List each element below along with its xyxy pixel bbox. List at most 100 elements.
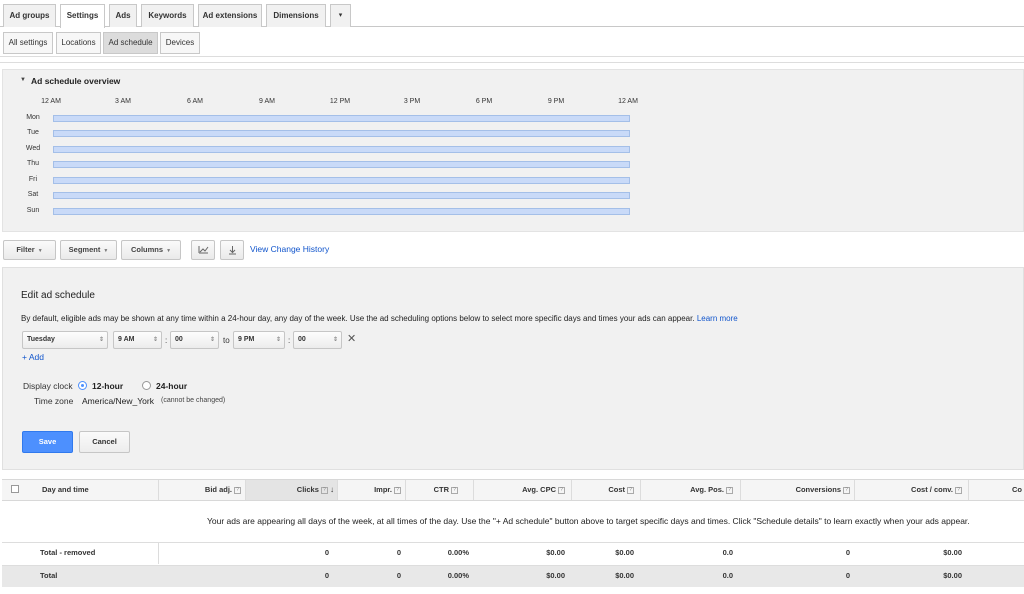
time-label: 12 AM — [618, 98, 638, 105]
overview-title[interactable]: Ad schedule overview — [31, 76, 120, 86]
row-label: Total - removed — [40, 548, 96, 557]
column-divider — [640, 480, 641, 500]
help-icon[interactable]: ? — [320, 486, 328, 494]
columns-label: Columns — [130, 245, 164, 254]
cell-conversions: 0 — [845, 571, 850, 580]
radio-12-hour[interactable] — [78, 381, 87, 390]
help-icon[interactable]: ? — [627, 486, 634, 494]
col-avg-pos[interactable]: Avg. Pos.? — [690, 480, 733, 500]
radio-24-hour[interactable] — [142, 381, 151, 390]
help-icon[interactable]: ? — [726, 486, 733, 494]
timezone-note: (cannot be changed) — [161, 397, 226, 404]
impr-label: Impr. — [374, 485, 392, 494]
cell-impr: 0 — [396, 548, 401, 557]
tab-settings[interactable]: Settings — [60, 4, 105, 28]
divider — [0, 62, 1024, 63]
table-header: Day and time Bid adj.? Clicks? ↓ Impr.? … — [2, 479, 1024, 501]
updown-icon: ⇕ — [209, 337, 215, 343]
col-impr[interactable]: Impr.? — [374, 480, 401, 500]
table-row: Total 0 0 0.00% $0.00 $0.00 0.0 0 $0.00 — [2, 565, 1024, 587]
tab-dimensions[interactable]: Dimensions — [266, 4, 326, 27]
col-clicks[interactable]: Clicks? ↓ — [297, 480, 334, 500]
cancel-button[interactable]: Cancel — [79, 431, 130, 453]
time-label: 9 AM — [259, 98, 275, 105]
clicks-label: Clicks — [296, 485, 319, 494]
tab-ad-groups[interactable]: Ad groups — [3, 4, 56, 27]
to-label: to — [223, 336, 230, 345]
cost-conv-label: Cost / conv. — [911, 485, 953, 494]
subtab-all-settings[interactable]: All settings — [3, 32, 53, 54]
col-conversions[interactable]: Conversions? — [796, 480, 850, 500]
cell-avg-pos: 0.0 — [722, 571, 733, 580]
day-label: Mon — [26, 114, 40, 121]
subtab-locations[interactable]: Locations — [56, 32, 101, 54]
col-conv-rate[interactable]: Co — [1012, 480, 1022, 500]
help-icon[interactable]: ? — [451, 486, 458, 494]
col-day-and-time[interactable]: Day and time — [42, 480, 89, 500]
col-cost[interactable]: Cost? — [608, 480, 634, 500]
help-icon[interactable]: ? — [843, 486, 850, 494]
more-tabs-dropdown[interactable]: ▾ — [330, 4, 351, 27]
cell-avg-pos: 0.0 — [722, 548, 733, 557]
end-hour-select[interactable]: 9 PM ⇕ — [233, 331, 285, 349]
time-label: 9 PM — [547, 98, 565, 105]
updown-icon: ⇕ — [275, 337, 281, 343]
columns-button[interactable]: Columns ▼ — [121, 240, 181, 260]
end-minute-select[interactable]: 00 ⇕ — [293, 331, 342, 349]
collapse-triangle-icon[interactable]: ▼ — [20, 77, 26, 83]
end-minute-value: 00 — [298, 336, 306, 343]
time-colon: : — [288, 336, 291, 345]
add-schedule-link[interactable]: + Add — [22, 352, 44, 362]
table-row: Total - removed 0 0 0.00% $0.00 $0.00 0.… — [2, 542, 1024, 564]
column-divider — [158, 543, 159, 564]
time-label: 12 AM — [41, 98, 61, 105]
conversions-label: Conversions — [795, 485, 841, 494]
segment-button[interactable]: Segment ▼ — [60, 240, 117, 260]
avg-cpc-label: Avg. CPC — [522, 485, 556, 494]
line-chart-icon — [198, 246, 208, 254]
column-divider — [245, 480, 246, 500]
time-label: 3 PM — [403, 98, 421, 105]
clock-12-label: 12-hour — [92, 381, 124, 391]
schedule-bar-sun — [53, 208, 630, 215]
cost-label: Cost — [608, 485, 625, 494]
learn-more-link[interactable]: Learn more — [697, 314, 738, 323]
download-button[interactable] — [220, 240, 244, 260]
col-bid-adj[interactable]: Bid adj.? — [205, 480, 241, 500]
start-minute-select[interactable]: 00 ⇕ — [170, 331, 219, 349]
cell-ctr: 0.00% — [447, 571, 469, 580]
sub-tab-bar: All settings Locations Ad schedule Devic… — [0, 32, 1024, 56]
updown-icon: ⇕ — [152, 337, 158, 343]
close-icon[interactable]: ✕ — [347, 332, 356, 345]
day-label: Wed — [25, 145, 41, 152]
subtab-devices[interactable]: Devices — [160, 32, 200, 54]
cell-avg-cpc: $0.00 — [546, 548, 565, 557]
start-hour-select[interactable]: 9 AM ⇕ — [113, 331, 162, 349]
tab-ads[interactable]: Ads — [109, 4, 137, 27]
updown-icon: ⇕ — [98, 337, 104, 343]
time-label: 6 AM — [187, 98, 203, 105]
tab-ad-extensions[interactable]: Ad extensions — [198, 4, 262, 27]
schedule-info-message: Your ads are appearing all days of the w… — [207, 516, 970, 526]
edit-description: By default, eligible ads may be shown at… — [21, 314, 738, 323]
help-icon[interactable]: ? — [955, 486, 962, 494]
filter-button[interactable]: Filter ▼ — [3, 240, 56, 260]
chevron-down-icon: ▼ — [103, 248, 109, 254]
help-icon[interactable]: ? — [394, 486, 401, 494]
help-icon[interactable]: ? — [558, 486, 565, 494]
timezone-value: America/New_York — [82, 396, 154, 406]
segment-label: Segment — [68, 245, 101, 254]
subtab-ad-schedule[interactable]: Ad schedule — [103, 32, 158, 54]
view-change-history-link[interactable]: View Change History — [250, 244, 329, 254]
save-button[interactable]: Save — [22, 431, 73, 453]
cell-impr: 0 — [396, 571, 401, 580]
chart-button[interactable] — [191, 240, 215, 260]
column-divider — [854, 480, 855, 500]
select-all-checkbox[interactable] — [11, 485, 19, 493]
tab-keywords[interactable]: Keywords — [141, 4, 194, 27]
col-ctr[interactable]: CTR? — [434, 480, 458, 500]
col-avg-cpc[interactable]: Avg. CPC? — [522, 480, 565, 500]
help-icon[interactable]: ? — [234, 486, 241, 494]
day-select[interactable]: Tuesday ⇕ — [22, 331, 108, 349]
col-cost-per-conv[interactable]: Cost / conv.? — [911, 480, 962, 500]
